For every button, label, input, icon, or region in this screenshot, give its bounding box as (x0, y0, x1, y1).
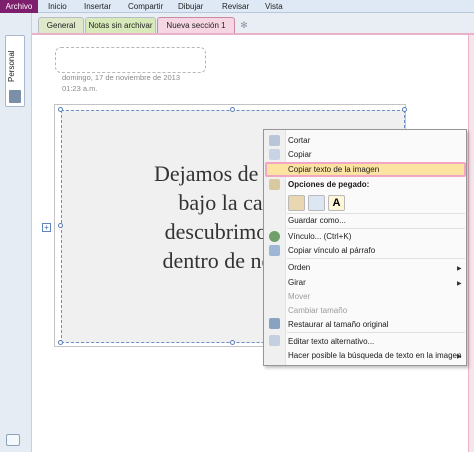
page-edge (468, 35, 474, 452)
notebook-icon (9, 90, 21, 103)
move-handle-icon[interactable]: + (42, 223, 51, 232)
resize-handle[interactable] (58, 340, 63, 345)
onenote-window: Archivo Inicio Insertar Compartir Dibuja… (0, 0, 474, 452)
link-icon (269, 231, 280, 242)
copy-icon (269, 149, 280, 160)
submenu-arrow-icon: ▶ (457, 281, 462, 287)
page-date: domingo, 17 de noviembre de 2013 (62, 73, 181, 82)
paste-options-label: Opciones de pegado: (288, 180, 370, 189)
submenu-arrow-icon: ▶ (457, 354, 462, 360)
notebook-tab-personal[interactable]: Personal (5, 35, 25, 107)
menu-item-copiar-vinculo[interactable]: Copiar vínculo al párrafo (288, 246, 375, 255)
menu-separator (287, 228, 465, 229)
resize-handle[interactable] (58, 107, 63, 112)
menu-item-mover: Mover (288, 292, 311, 301)
resize-handle[interactable] (230, 107, 235, 112)
menu-item-vinculo[interactable]: Vínculo... (Ctrl+K) (288, 232, 351, 241)
menu-item-girar[interactable]: Girar (288, 278, 306, 287)
ribbon-tabs: Archivo Inicio Insertar Compartir Dibuja… (0, 0, 474, 13)
paste-text-only-button[interactable]: A (328, 195, 345, 211)
page-time: 01:23 a.m. (62, 84, 98, 93)
section-tab-notas-sin-archivar[interactable]: Notas sin archivar (85, 17, 156, 33)
section-tab-general[interactable]: General (38, 17, 84, 33)
tab-inicio[interactable]: Inicio (48, 0, 67, 13)
tab-revisar[interactable]: Revisar (222, 0, 249, 13)
notebook-label: Personal (7, 50, 16, 82)
alt-text-icon (269, 335, 280, 346)
paste-merge-formatting-button[interactable] (308, 195, 325, 211)
page-title-input[interactable] (55, 47, 206, 73)
menu-item-cortar[interactable]: Cortar (288, 136, 310, 145)
menu-separator (287, 213, 465, 214)
menu-item-copiar[interactable]: Copiar (288, 150, 312, 159)
paste-keep-formatting-button[interactable] (288, 195, 305, 211)
menu-item-guardar-como[interactable]: Guardar como... (288, 216, 346, 225)
scissors-icon (269, 135, 280, 146)
section-tab-nueva-seccion-1[interactable]: Nueva sección 1 (157, 17, 235, 33)
menu-item-texto-alternativo[interactable]: Editar texto alternativo... (288, 337, 374, 346)
tab-dibujar[interactable]: Dibujar (178, 0, 203, 13)
section-tabs: General Notas sin archivar Nueva sección… (32, 13, 474, 33)
resize-handle[interactable] (58, 223, 63, 228)
menu-item-busqueda-texto[interactable]: Hacer posible la búsqueda de texto en la… (288, 351, 461, 360)
tab-archivo[interactable]: Archivo (0, 0, 38, 13)
resize-handle[interactable] (402, 107, 407, 112)
menu-separator (287, 258, 465, 259)
unfiled-notes-icon[interactable] (6, 434, 20, 446)
tab-compartir[interactable]: Compartir (128, 0, 163, 13)
menu-item-orden[interactable]: Orden (288, 263, 310, 272)
notebook-pane: Personal (0, 13, 32, 452)
tab-vista[interactable]: Vista (265, 0, 283, 13)
menu-item-cambiar-tamano: Cambiar tamaño (288, 306, 348, 315)
add-section-icon[interactable]: ✻ (238, 17, 250, 33)
menu-item-restaurar[interactable]: Restaurar al tamaño original (288, 320, 389, 329)
menu-separator (287, 332, 465, 333)
submenu-arrow-icon: ▶ (457, 266, 462, 272)
resize-handle[interactable] (230, 340, 235, 345)
copy-link-icon (269, 245, 280, 256)
menu-item-copiar-texto-imagen[interactable]: Copiar texto de la imagen (288, 165, 379, 174)
context-menu: Cortar Copiar Copiar texto de la imagen … (263, 129, 467, 366)
restore-size-icon (269, 318, 280, 329)
paste-icon (269, 179, 280, 190)
tab-insertar[interactable]: Insertar (84, 0, 111, 13)
